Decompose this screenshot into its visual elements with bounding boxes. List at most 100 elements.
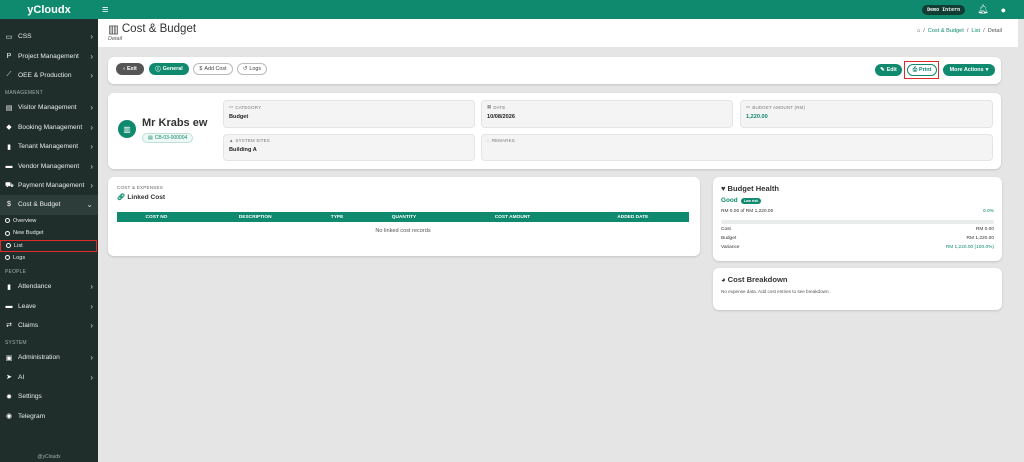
comment-icon: ◌ [487,138,490,143]
sidebar-item-visitor-management[interactable]: ▤ Visitor Management › [0,98,98,117]
chevron-left-icon: ‹ [123,66,125,72]
health-status: Good Low risk [721,197,762,204]
sidebar-nav: ▭ CSS › P Project Management › ⟋ OEE & Produc… [0,19,98,426]
bell-icon[interactable]: 🔔︎ [977,4,988,15]
table-header-row: COST NO DESCRIPTION TYPE QUANTITY COST A… [117,212,689,222]
chevron-right-icon: › [90,301,93,311]
sidebar-item-vendor-management[interactable]: ▬ Vendor Management › [0,156,98,175]
sidebar-item-payment-management[interactable]: ⛟ Payment Management › [0,176,98,195]
sidebar-subitem-logs[interactable]: Logs [0,252,98,265]
sidebar-item-claims[interactable]: ⇄ Claims › [0,316,98,335]
sidebar-item-booking-management[interactable]: ◆ Booking Management › [0,118,98,137]
sidebar-item-cost-budget[interactable]: $ Cost & Budget ⌄ [0,195,98,215]
chevron-right-icon: › [90,51,93,61]
action-bar: ‹ Exit ⓘ General $ Add Cost ↺ Logs ✎ Edit ⎙ Pr… [108,57,1001,84]
pie-chart-icon: ◕ [721,275,726,284]
exit-button[interactable]: ‹ Exit [116,63,144,75]
menu-toggle-icon[interactable]: ≡ [102,4,108,16]
sidebar-item-administration[interactable]: ▣ Administration › [0,348,98,367]
budget-health-card: ♥ Budget Health Good Low risk RM 0.00 of R… [713,177,1002,261]
linked-cost-table: COST NO DESCRIPTION TYPE QUANTITY COST A… [117,212,689,239]
column-quantity[interactable]: QUANTITY [359,212,449,222]
topbar: ≡ Demo Intern 🔔︎ ● [98,0,1024,19]
cost-breakdown-title: ◕ Cost Breakdown [721,275,788,284]
home-icon[interactable]: ⌂ [917,28,920,34]
risk-badge: Low risk [740,197,762,204]
chevron-right-icon: › [90,32,93,42]
circle-icon [5,255,10,261]
sidebar: yCloudx ▭ CSS › P Project Management › ⟋ OEE … [0,0,98,462]
link-icon: 🔗︎ [117,194,126,201]
visitor-icon: ▤ [5,104,13,112]
tag-icon: ▭ [229,104,234,109]
calendar-icon: ▦ [487,104,492,109]
sidebar-item-oee-production[interactable]: ⟋ OEE & Production › [0,66,98,85]
breadcrumb-cost-budget[interactable]: Cost & Budget [928,28,964,34]
dollar-icon: $ [199,66,203,72]
app-logo[interactable]: yCloudx [0,0,98,19]
breadcrumb: ⌂ / Cost & Budget / List / Detail [916,28,1002,34]
cost-breakdown-card: ◕ Cost Breakdown No expense data. Add cos… [713,268,1002,310]
column-type[interactable]: TYPE [314,212,360,222]
chevron-right-icon: › [90,103,93,113]
id-card-icon: ▤ [148,135,153,141]
section-management: MANAGEMENT [5,90,43,97]
edit-button[interactable]: ✎ Edit [875,64,902,76]
sidebar-subitem-new-budget[interactable]: New Budget [0,227,98,240]
section-people: PEOPLE [5,269,27,276]
breadcrumb-detail: Detail [987,28,1002,34]
sidebar-item-attendance[interactable]: ▮ Attendance › [0,277,98,296]
page-title: ▥ Cost & Budget [108,23,197,36]
variance-row: Variance RM 1,220.00 (100.0%) [721,245,994,250]
budget-usage-bar [721,220,994,224]
logs-tab[interactable]: ↺ Logs [237,63,267,75]
add-cost-button[interactable]: $ Add Cost [193,63,233,75]
booking-icon: ◆ [6,124,12,132]
sidebar-item-css[interactable]: ▭ CSS › [0,27,98,46]
sidebar-subitem-list[interactable]: List [0,239,97,252]
breadcrumb-list[interactable]: List [971,28,980,34]
budget-health-title: ♥ Budget Health [721,184,779,193]
sidebar-item-tenant-management[interactable]: ▮ Tenant Management › [0,137,98,156]
attendance-icon: ▮ [7,283,11,291]
column-added-date[interactable]: ADDED DATE [576,212,689,222]
project-icon: P [6,52,12,60]
sidebar-item-project-management[interactable]: P Project Management › [0,46,98,65]
section-label: COST & EXPENSES [117,185,164,190]
section-system: SYSTEM [5,340,27,347]
highlight-box [904,61,939,79]
sidebar-item-leave[interactable]: ▬ Leave › [0,296,98,315]
gear-icon: ✹ [6,393,12,401]
claims-icon: ⇄ [6,322,12,330]
chevron-right-icon: › [90,161,93,171]
info-icon: ⓘ [155,67,161,73]
sidebar-item-settings[interactable]: ✹ Settings [0,387,98,406]
chevron-down-icon: ⌄ [86,200,93,210]
sidebar-item-telegram[interactable]: ◉ Telegram [0,406,98,425]
column-description[interactable]: DESCRIPTION [195,212,315,222]
monitor-icon: ▭ [5,33,13,41]
date-field: ▦ DATE 10/08/2026 [481,100,733,128]
circle-icon [5,230,10,236]
more-actions-button[interactable]: More Actions ▾ [943,64,995,76]
ai-icon: ➤ [6,374,12,382]
sidebar-subitem-overview[interactable]: Overview [0,215,98,228]
sidebar-item-ai[interactable]: ➤ AI › [0,368,98,387]
empty-table-message: No linked cost records [375,227,431,234]
cart-icon: ⛟ [5,181,14,189]
general-tab[interactable]: ⓘ General [149,63,189,75]
column-cost-no[interactable]: COST NO [117,212,196,222]
chart-icon: ⟋ [6,71,12,79]
budget-code-badge: ▤ CB-03-000004 [142,133,194,143]
remarks-field: ◌ REMARKS [481,134,993,161]
column-cost-amount[interactable]: COST AMOUNT [448,212,577,222]
budget-name: Mr Krabs ew [142,117,208,129]
linked-cost-title: 🔗︎ Linked Cost [117,193,166,202]
user-icon[interactable]: ● [1001,5,1006,15]
heartbeat-icon: ♥ [721,184,726,193]
chevron-right-icon: › [90,353,93,363]
caret-down-icon: ▾ [985,67,989,73]
chevron-right-icon: › [90,320,93,330]
tenant-badge[interactable]: Demo Intern [922,4,966,15]
system-sites-field: ▲ SYSTEM SITES Building A [223,134,475,161]
